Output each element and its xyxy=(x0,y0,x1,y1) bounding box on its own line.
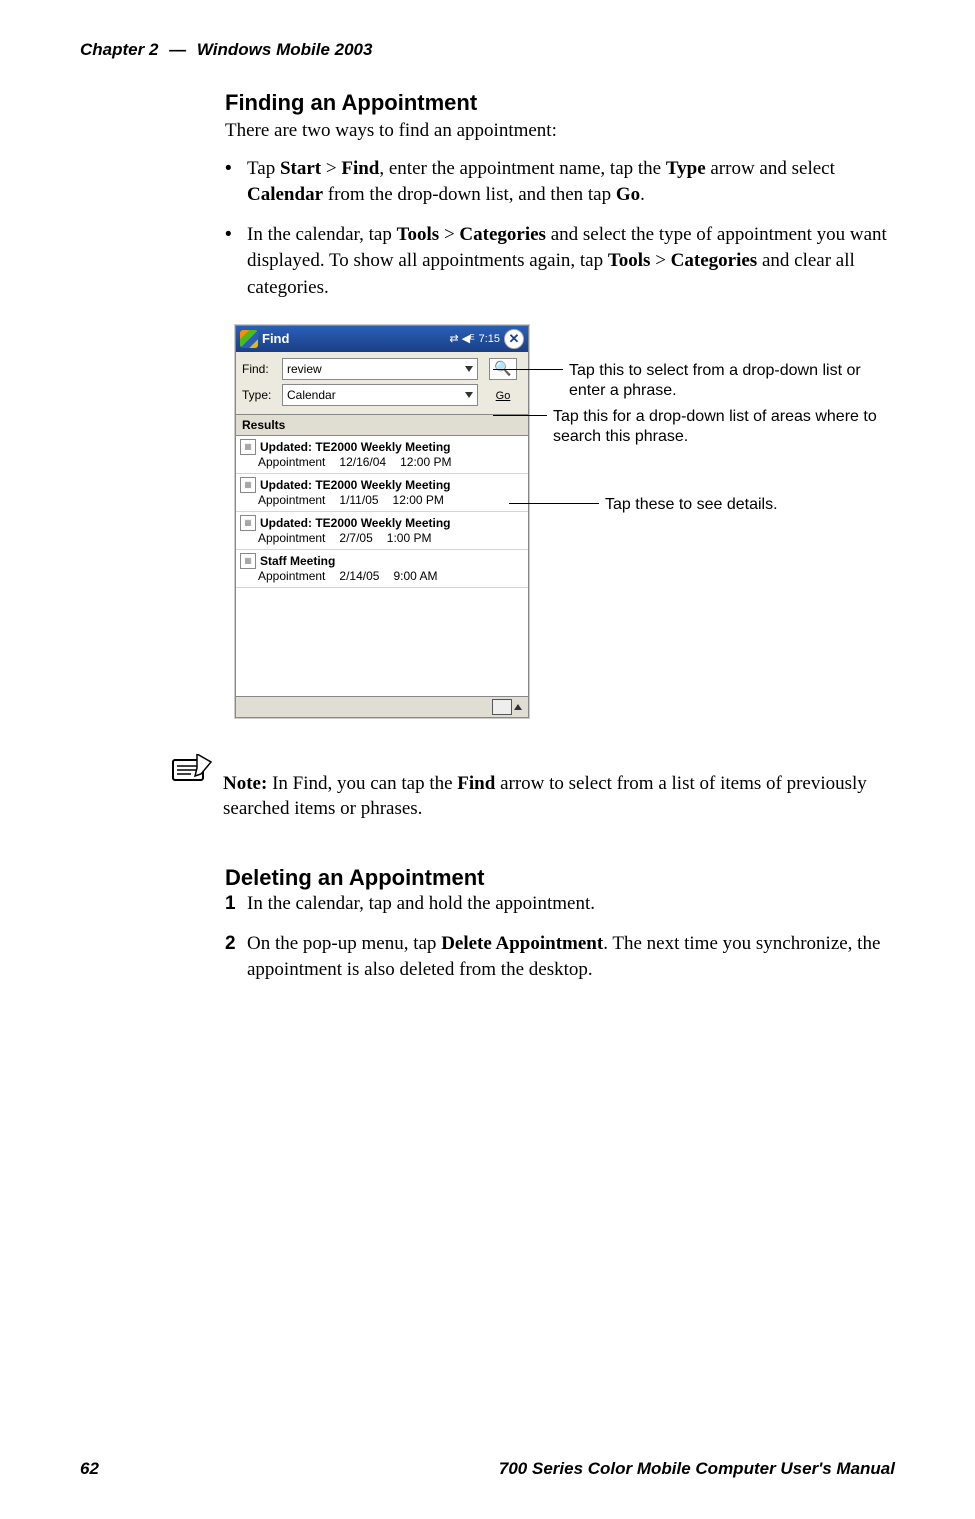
chevron-down-icon[interactable] xyxy=(465,366,473,372)
close-icon[interactable]: ✕ xyxy=(504,329,524,349)
list-item[interactable]: ▦Updated: TE2000 Weekly Meeting Appointm… xyxy=(236,474,528,512)
results-list: ▦Updated: TE2000 Weekly Meeting Appointm… xyxy=(236,436,528,696)
type-value: Calendar xyxy=(287,388,336,402)
section-heading-finding: Finding an Appointment xyxy=(225,90,895,116)
type-select[interactable]: Calendar xyxy=(282,384,478,406)
chevron-down-icon[interactable] xyxy=(465,392,473,398)
calendar-icon: ▦ xyxy=(240,439,256,455)
list-item[interactable]: ▦Updated: TE2000 Weekly Meeting Appointm… xyxy=(236,512,528,550)
manual-title: 700 Series Color Mobile Computer User's … xyxy=(499,1459,895,1479)
clock-text[interactable]: 7:15 xyxy=(479,333,500,345)
chapter-number: Chapter 2 xyxy=(80,40,158,59)
header-separator: — xyxy=(163,40,192,59)
callout-type-arrow: Tap this for a drop-down list of areas w… xyxy=(553,407,895,447)
list-item[interactable]: ▦Updated: TE2000 Weekly Meeting Appointm… xyxy=(236,436,528,474)
note-icon xyxy=(171,754,213,784)
step-1: In the calendar, tap and hold the appoin… xyxy=(225,891,895,917)
list-item[interactable]: ▦Staff Meeting Appointment2/14/059:00 AM xyxy=(236,550,528,588)
calendar-icon: ▦ xyxy=(240,477,256,493)
calendar-icon: ▦ xyxy=(240,515,256,531)
status-icons[interactable]: ⇄ ◀ᴱ xyxy=(449,332,474,345)
section-lead-finding: There are two ways to find an appointmen… xyxy=(225,118,895,144)
find-screenshot: Find ⇄ ◀ᴱ 7:15 ✕ Find: review 🔍 xyxy=(235,325,529,718)
keyboard-icon[interactable] xyxy=(492,699,512,715)
find-value: review xyxy=(287,362,322,376)
note-text: Note: In Find, you can tap the Find arro… xyxy=(223,771,895,822)
type-label: Type: xyxy=(242,388,282,402)
bullet-find-via-start: Tap Start > Find, enter the appointment … xyxy=(225,156,895,208)
callout-results: Tap these to see details. xyxy=(605,495,778,515)
calendar-icon: ▦ xyxy=(240,553,256,569)
start-flag-icon[interactable] xyxy=(240,330,258,348)
bullet-find-via-categories: In the calendar, tap Tools > Categories … xyxy=(225,222,895,301)
results-header: Results xyxy=(236,414,528,436)
page-number: 62 xyxy=(80,1459,99,1479)
find-input[interactable]: review xyxy=(282,358,478,380)
callout-find-arrow: Tap this to select from a drop-down list… xyxy=(569,361,895,401)
find-label: Find: xyxy=(242,362,282,376)
step-2: On the pop-up menu, tap Delete Appointme… xyxy=(225,931,895,983)
running-header: Chapter 2 — Windows Mobile 2003 xyxy=(80,40,895,60)
window-titlebar: Find ⇄ ◀ᴱ 7:15 ✕ xyxy=(236,326,528,352)
chevron-up-icon[interactable] xyxy=(514,704,522,710)
section-heading-deleting: Deleting an Appointment xyxy=(225,865,895,891)
sip-bar[interactable] xyxy=(236,696,528,717)
window-title: Find xyxy=(262,331,289,346)
chapter-title: Windows Mobile 2003 xyxy=(197,40,373,59)
running-footer: 62 700 Series Color Mobile Computer User… xyxy=(80,1459,895,1479)
